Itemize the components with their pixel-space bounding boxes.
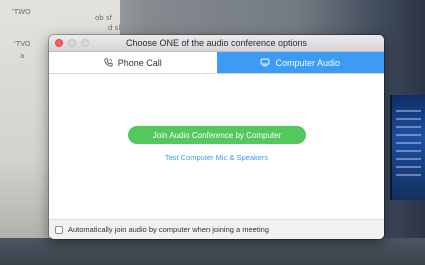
title-bar: Choose ONE of the audio conference optio… [49, 35, 384, 52]
monitor-icon [260, 58, 270, 67]
maximize-window-button[interactable] [81, 39, 89, 47]
whiteboard-scribble: d sl [108, 24, 121, 32]
window-title: Choose ONE of the audio conference optio… [125, 38, 308, 48]
tab-phone-call-label: Phone Call [117, 57, 162, 68]
footer-bar: Automatically join audio by computer whe… [49, 219, 384, 239]
tab-computer-audio-label: Computer Audio [275, 57, 341, 68]
audio-tabs: Phone Call Computer Audio [49, 52, 384, 74]
audio-options-dialog: Choose ONE of the audio conference optio… [49, 35, 384, 239]
auto-join-checkbox[interactable] [55, 225, 63, 234]
whiteboard-scribble: ob sf [95, 14, 113, 22]
auto-join-label[interactable]: Automatically join audio by computer whe… [68, 225, 269, 234]
test-mic-speakers-link[interactable]: Test Computer Mic & Speakers [49, 153, 384, 162]
join-audio-button[interactable]: Join Audio Conference by Computer [128, 126, 306, 144]
computer-audio-panel: Join Audio Conference by Computer Test C… [49, 74, 384, 220]
background-floor [0, 238, 425, 265]
window-controls [55, 39, 89, 47]
phone-icon [104, 58, 113, 67]
minimize-window-button[interactable] [68, 39, 76, 47]
whiteboard-scribble: 'TWO [12, 8, 31, 16]
tab-computer-audio[interactable]: Computer Audio [216, 52, 384, 73]
close-window-button[interactable] [55, 39, 63, 47]
whiteboard-scribble: 'TVO [14, 40, 31, 48]
background-monitor-screen [396, 110, 421, 180]
whiteboard-scribble: a [20, 52, 25, 60]
tab-phone-call[interactable]: Phone Call [49, 52, 217, 73]
